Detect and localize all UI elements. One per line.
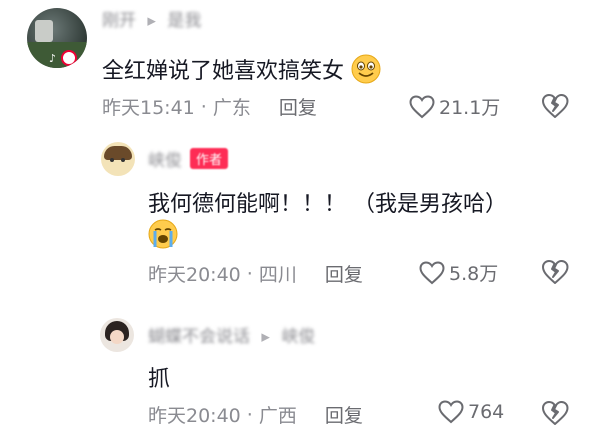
comment-text: 抓: [148, 367, 171, 392]
like-count: 5.8万: [449, 263, 499, 285]
reply-arrow-icon: ▸: [261, 327, 270, 347]
comment-location: 四川: [258, 264, 297, 286]
like-count: 764: [468, 401, 505, 423]
like-button[interactable]: 21.1万: [409, 93, 500, 120]
comment-time: 昨天20:40: [148, 264, 241, 286]
comment-meta: 昨天20:40 · 四川 回复: [148, 260, 363, 287]
dislike-button[interactable]: [541, 400, 569, 430]
like-button[interactable]: 5.8万: [419, 259, 498, 286]
heart-icon: [438, 400, 464, 424]
reply-arrow-icon: ▸: [147, 11, 156, 31]
grinning-face-emoji: [351, 54, 381, 90]
author-badge: 作者: [190, 148, 229, 169]
comment-username-row: 峡俊 作者: [148, 146, 229, 171]
comment-username[interactable]: 蝴蝶不会说话: [148, 327, 250, 347]
record-icon: [61, 50, 77, 66]
comment-username[interactable]: 峡俊: [148, 146, 182, 171]
comment-meta: 昨天15:41 · 广东 回复: [102, 93, 317, 120]
heart-icon: [419, 260, 445, 284]
avatar[interactable]: [101, 142, 135, 176]
like-count: 21.1万: [439, 97, 501, 119]
comment-meta: 昨天20:40 · 广西 回复: [148, 401, 363, 428]
heart-icon: [409, 94, 435, 118]
comment-time: 昨天15:41: [102, 97, 195, 119]
reply-target-username[interactable]: 峡俊: [281, 327, 315, 347]
like-button[interactable]: 764: [438, 400, 504, 424]
dislike-button[interactable]: [541, 93, 569, 123]
broken-heart-icon: [542, 260, 569, 284]
comment-location: 广东: [212, 97, 251, 119]
comment-text-row: 全红婵说了她喜欢搞笑女: [102, 53, 381, 90]
tiktok-icon: ♪: [49, 52, 57, 65]
comment-username-row: 刚开 ▸ 是我: [102, 6, 201, 31]
reply-button[interactable]: 回复: [325, 260, 363, 287]
comment-text: 全红婵说了她喜欢搞笑女: [102, 59, 345, 84]
broken-heart-icon: [542, 401, 569, 425]
loudly-crying-face-emoji: [148, 219, 178, 253]
comment-time: 昨天20:40: [148, 405, 241, 427]
broken-heart-icon: [542, 94, 569, 118]
comment-username[interactable]: 刚开: [102, 11, 136, 31]
comment-location: 广西: [258, 405, 297, 427]
avatar[interactable]: ♪: [27, 8, 87, 68]
reply-target-username[interactable]: 是我: [167, 11, 201, 31]
reply-button[interactable]: 回复: [279, 93, 317, 120]
dislike-button[interactable]: [541, 259, 569, 289]
comment-text: 我何德何能啊！！！ （我是男孩哈）: [148, 192, 507, 217]
reply-button[interactable]: 回复: [325, 401, 363, 428]
comment-username-row: 蝴蝶不会说话 ▸ 峡俊: [148, 322, 315, 347]
avatar[interactable]: [100, 318, 134, 352]
